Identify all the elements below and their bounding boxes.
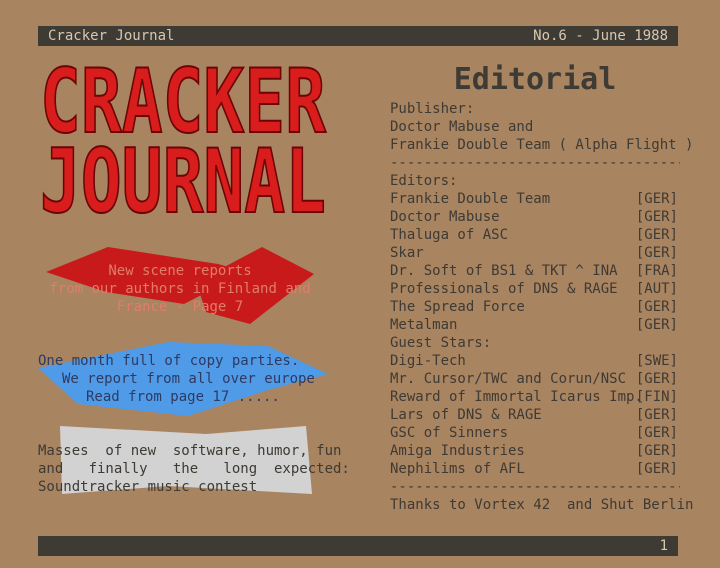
credit-name: Doctor Mabuse xyxy=(390,209,500,225)
country-tag: [GER] xyxy=(635,191,678,207)
credit-name: Amiga Industries xyxy=(390,443,525,459)
promo-line: New scene reports xyxy=(108,263,252,279)
publisher-line: Doctor Mabuse and xyxy=(390,119,534,135)
credit-name: Mr. Cursor/TWC and Corun/NSC xyxy=(390,371,627,387)
country-tag: [GER] xyxy=(635,461,678,477)
country-tag: [GER] xyxy=(635,245,678,261)
credit-name: GSC of Sinners xyxy=(390,425,509,441)
credit-name: Nephilims of AFL xyxy=(390,461,525,477)
editors-label: Editors: xyxy=(390,173,458,189)
credit-row: Reward of Immortal Icarus Imp. [FIN] xyxy=(390,388,680,406)
credit-name: Reward of Immortal Icarus Imp. xyxy=(390,389,643,405)
credit-name: Lars of DNS & RAGE xyxy=(390,407,542,423)
promo-line: Read from page 17 ..... xyxy=(86,389,280,405)
credit-name: Skar xyxy=(390,245,424,261)
credit-name: Dr. Soft of BS1 & TKT ^ INA xyxy=(390,263,618,279)
country-tag: [GER] xyxy=(635,407,678,423)
country-tag: [GER] xyxy=(635,317,678,333)
credit-name: Metalman xyxy=(390,317,458,333)
country-tag: [GER] xyxy=(635,299,678,315)
credit-row: Professionals of DNS & RAGE [AUT] xyxy=(390,280,680,298)
editors-list: Frankie Double Team [GER] Doctor Mabuse [GE… xyxy=(390,190,680,334)
separator-line: ----------------------------------------… xyxy=(390,155,680,171)
credit-name: Digi-Tech xyxy=(390,353,466,369)
country-tag: [GER] xyxy=(635,425,678,441)
credit-row: Skar [GER] xyxy=(390,244,680,262)
header-bar: Cracker Journal No.6 - June 1988 xyxy=(38,26,678,46)
credit-row: Frankie Double Team [GER] xyxy=(390,190,680,208)
cracker-journal-logo: CRACKER JOURNAL xyxy=(39,64,327,216)
credit-row: GSC of Sinners [GER] xyxy=(390,424,680,442)
credit-row: Digi-Tech [SWE] xyxy=(390,352,680,370)
footer-bar: 1 xyxy=(38,536,678,556)
credit-row: Thaluga of ASC [GER] xyxy=(390,226,680,244)
issue-date: No.6 - June 1988 xyxy=(533,28,668,44)
logo-line-2: JOURNAL xyxy=(40,130,326,216)
promo-line: Soundtracker music contest xyxy=(38,479,258,495)
country-tag: [GER] xyxy=(635,227,678,243)
promo-line: Masses of new software, humor, fun xyxy=(38,443,342,459)
country-tag: [GER] xyxy=(635,371,678,387)
promo-line: One month full of copy parties. xyxy=(38,353,300,369)
guests-label: Guest Stars: xyxy=(390,335,492,351)
promo-line: France - Page 7 xyxy=(116,299,244,315)
credit-row: Metalman [GER] xyxy=(390,316,680,334)
editorial-column: Editorial Publisher: Doctor Mabuse and F… xyxy=(390,60,694,514)
country-tag: [FIN] xyxy=(635,389,678,405)
editorial-title: Editorial xyxy=(453,62,617,97)
credit-name: The Spread Force xyxy=(390,299,525,315)
guests-list: Digi-Tech [SWE] Mr. Cursor/TWC and Corun/N… xyxy=(390,352,680,478)
page-number: 1 xyxy=(659,538,668,554)
country-tag: [AUT] xyxy=(635,281,678,297)
country-tag: [GER] xyxy=(635,209,678,225)
credit-row: The Spread Force [GER] xyxy=(390,298,680,316)
publisher-line: Frankie Double Team ( Alpha Flight ) xyxy=(390,137,694,153)
promo-line: We report from all over europe xyxy=(62,371,315,387)
publisher-label: Publisher: xyxy=(390,101,475,117)
credit-name: Frankie Double Team xyxy=(390,191,551,207)
credit-row: Doctor Mabuse [GER] xyxy=(390,208,680,226)
credit-name: Professionals of DNS & RAGE xyxy=(390,281,618,297)
journal-name: Cracker Journal xyxy=(48,28,175,44)
credit-row: Amiga Industries [GER] xyxy=(390,442,680,460)
country-tag: [FRA] xyxy=(635,263,678,279)
copy-parties-promo: One month full of copy parties. We repor… xyxy=(38,352,328,406)
credit-row: Lars of DNS & RAGE [GER] xyxy=(390,406,680,424)
credit-name: Thaluga of ASC xyxy=(390,227,509,243)
separator-line: ----------------------------------------… xyxy=(390,479,680,495)
thanks-line: Thanks to Vortex 42 and Shut Berlin xyxy=(390,497,694,513)
promo-line: from our authors in Finland and xyxy=(49,281,311,297)
new-software-promo: Masses of new software, humor, fun and f… xyxy=(38,442,350,496)
credit-row: Mr. Cursor/TWC and Corun/NSC [GER] xyxy=(390,370,680,388)
credit-row: Nephilims of AFL [GER] xyxy=(390,460,680,478)
country-tag: [GER] xyxy=(635,443,678,459)
credit-row: Dr. Soft of BS1 & TKT ^ INA [FRA] xyxy=(390,262,680,280)
scene-reports-promo: New scene reports from our authors in Fi… xyxy=(40,262,320,316)
promo-line: and finally the long expected: xyxy=(38,461,350,477)
country-tag: [SWE] xyxy=(635,353,678,369)
